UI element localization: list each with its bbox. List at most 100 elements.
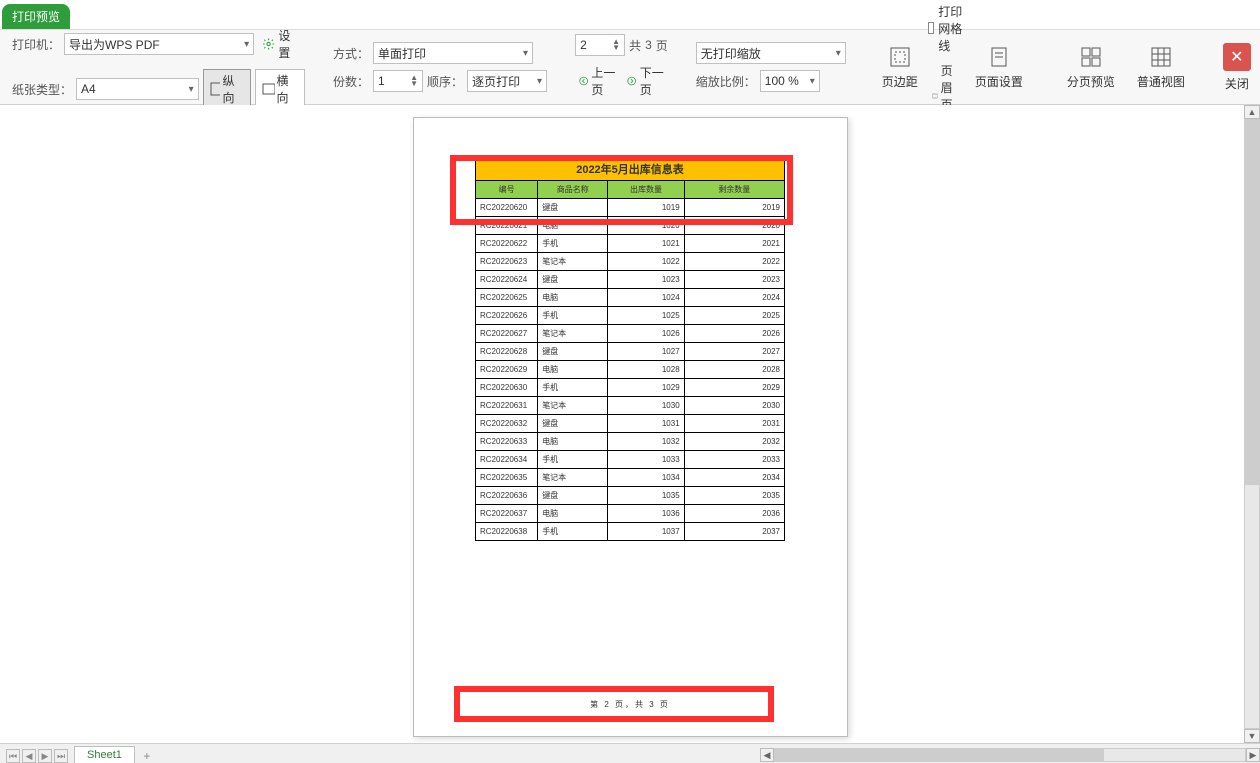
landscape-label: 横向 (277, 72, 299, 106)
table-cell: 键盘 (538, 343, 608, 361)
close-label: 关闭 (1225, 75, 1249, 92)
last-sheet-button[interactable]: ⏭ (54, 749, 68, 763)
copies-spinner[interactable]: 1 ▲▼ (373, 70, 423, 92)
normal-view-button[interactable]: 普通视图 (1129, 30, 1193, 104)
order-label: 顺序： (427, 73, 463, 90)
page-total-suffix: 页 (656, 37, 668, 54)
zoom-mode-combo[interactable]: 无打印缩放 ▾ (696, 42, 846, 64)
vertical-scrollbar[interactable]: ▲ ▼ (1244, 105, 1260, 743)
table-cell: RC20220629 (476, 361, 538, 379)
scroll-track[interactable] (774, 748, 1246, 762)
table-cell: RC20220633 (476, 433, 538, 451)
chevron-down-icon: ▾ (523, 48, 528, 59)
page-spinner[interactable]: 2 ▲▼ (575, 34, 625, 56)
table-cell: 1035 (608, 487, 684, 505)
table-cell: 键盘 (538, 415, 608, 433)
sheet-tab[interactable]: Sheet1 (74, 746, 135, 763)
margins-label: 页边距 (882, 73, 918, 90)
preview-area: 2022年5月出库信息表 编号 商品名称 出库数量 剩余数量 RC2022062… (0, 105, 1260, 743)
settings-button[interactable]: 设置 (258, 25, 305, 63)
next-page-label: 下一页 (640, 64, 664, 98)
scroll-thumb[interactable] (1245, 120, 1259, 485)
scroll-down-icon[interactable]: ▼ (1244, 729, 1260, 743)
prev-sheet-button[interactable]: ◀ (22, 749, 36, 763)
next-page-button[interactable]: 下一页 (623, 62, 667, 100)
landscape-button[interactable]: 横向 (255, 69, 305, 109)
table-cell: 1020 (608, 217, 684, 235)
page-break-button[interactable]: 分页预览 (1059, 30, 1123, 104)
table-cell: 电脑 (538, 361, 608, 379)
paper-combo[interactable]: A4 ▾ (76, 78, 199, 100)
table-cell: 2021 (684, 235, 784, 253)
gear-icon (262, 37, 275, 51)
table-cell: 笔记本 (538, 469, 608, 487)
page-setup-button[interactable]: 页面设置 (967, 30, 1031, 104)
arrow-right-icon (627, 74, 636, 88)
table-cell: 1021 (608, 235, 684, 253)
order-value: 逐页打印 (472, 73, 520, 90)
settings-label: 设置 (278, 27, 301, 61)
next-sheet-button[interactable]: ▶ (38, 749, 52, 763)
scroll-right-icon[interactable]: ▶ (1246, 748, 1260, 762)
table-row: RC20220637电脑10362036 (476, 505, 785, 523)
horizontal-scrollbar[interactable]: ◀ ▶ (760, 747, 1260, 763)
chevron-down-icon: ▾ (189, 84, 194, 95)
table-cell: 2030 (684, 397, 784, 415)
table-cell: RC20220632 (476, 415, 538, 433)
printer-value: 导出为WPS PDF (69, 36, 160, 53)
table-row: RC20220620键盘10192019 (476, 199, 785, 217)
table-cell: 2023 (684, 271, 784, 289)
table-cell: 手机 (538, 451, 608, 469)
scroll-track[interactable] (1244, 119, 1260, 729)
zoom-ratio-value: 100 % (765, 74, 799, 88)
table-cell: 1022 (608, 253, 684, 271)
scroll-up-icon[interactable]: ▲ (1244, 105, 1260, 119)
table-cell: 手机 (538, 235, 608, 253)
table-cell: 1029 (608, 379, 684, 397)
table-row: RC20220631笔记本10302030 (476, 397, 785, 415)
add-sheet-button[interactable]: + (139, 749, 155, 763)
table-cell: RC20220624 (476, 271, 538, 289)
table-cell: RC20220638 (476, 523, 538, 541)
portrait-label: 纵向 (222, 72, 244, 106)
zoom-ratio-combo[interactable]: 100 % ▾ (760, 70, 820, 92)
table-cell: RC20220623 (476, 253, 538, 271)
scroll-thumb[interactable] (775, 749, 1104, 761)
copies-value: 1 (378, 74, 385, 88)
table-cell: 1028 (608, 361, 684, 379)
margins-button[interactable]: 页边距 (874, 30, 926, 104)
table-cell: 1030 (608, 397, 684, 415)
table-cell: RC20220634 (476, 451, 538, 469)
portrait-button[interactable]: 纵向 (203, 69, 251, 109)
paper-value: A4 (81, 82, 96, 96)
scroll-left-icon[interactable]: ◀ (760, 748, 774, 762)
mode-combo[interactable]: 单面打印 ▾ (373, 42, 533, 64)
printer-combo[interactable]: 导出为WPS PDF ▾ (64, 33, 254, 55)
first-sheet-button[interactable]: ⏮ (6, 749, 20, 763)
table-cell: 2024 (684, 289, 784, 307)
page-total-prefix: 共 (629, 37, 641, 54)
table-cell: 1025 (608, 307, 684, 325)
mode-value: 单面打印 (378, 45, 426, 62)
data-table: 2022年5月出库信息表 编号 商品名称 出库数量 剩余数量 RC2022062… (475, 156, 785, 541)
table-cell: 电脑 (538, 289, 608, 307)
table-row: RC20220626手机10252025 (476, 307, 785, 325)
order-combo[interactable]: 逐页打印 ▾ (467, 70, 547, 92)
page-current: 2 (580, 38, 587, 52)
table-row: RC20220622手机10212021 (476, 235, 785, 253)
prev-page-button[interactable]: 上一页 (575, 62, 619, 100)
table-cell: 1024 (608, 289, 684, 307)
col-header: 编号 (476, 181, 538, 199)
table-cell: 1032 (608, 433, 684, 451)
gridlines-checkbox[interactable]: 打印网格线 (928, 3, 965, 54)
table-cell: 手机 (538, 523, 608, 541)
table-row: RC20220625电脑10242024 (476, 289, 785, 307)
table-cell: 键盘 (538, 271, 608, 289)
page-break-label: 分页预览 (1067, 73, 1115, 90)
table-row: RC20220638手机10372037 (476, 523, 785, 541)
table-row: RC20220623笔记本10222022 (476, 253, 785, 271)
table-cell: 笔记本 (538, 253, 608, 271)
page-setup-label: 页面设置 (975, 73, 1023, 90)
col-header: 出库数量 (608, 181, 684, 199)
close-button[interactable]: ✕ 关闭 (1215, 39, 1259, 96)
